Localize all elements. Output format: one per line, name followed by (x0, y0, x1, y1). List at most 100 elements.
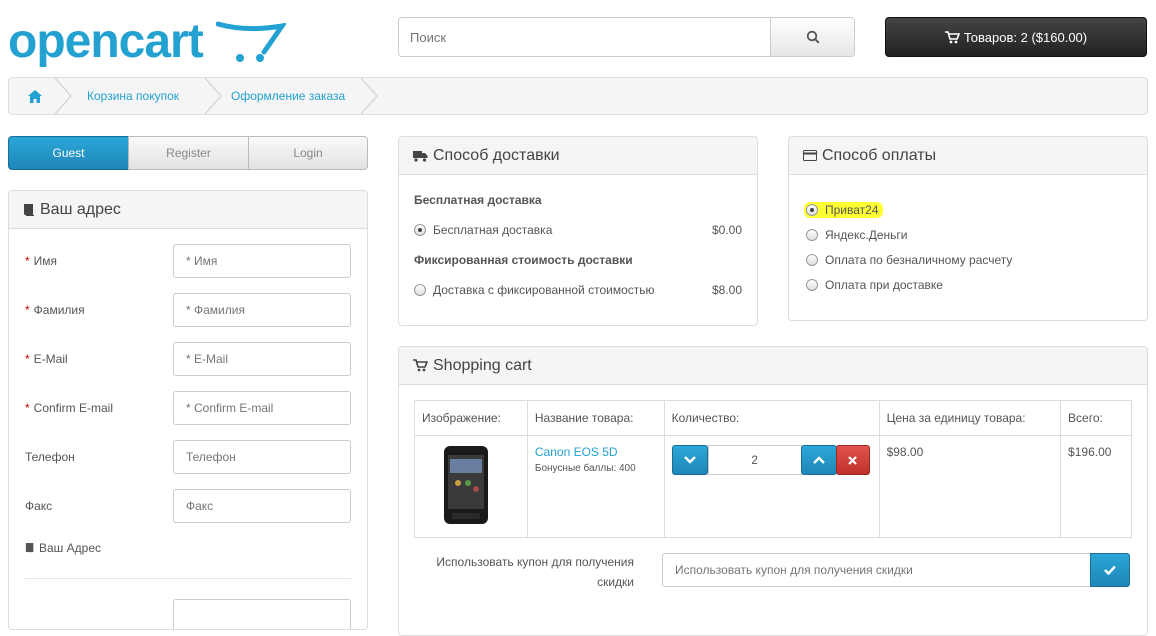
free-shipping-option[interactable]: Бесплатная доставка $0.00 (414, 222, 742, 238)
radio-button[interactable] (806, 204, 818, 216)
shopping-cart-icon (944, 30, 960, 43)
breadcrumb: Корзина покупок Оформление заказа (8, 77, 1148, 115)
breadcrumb-separator (361, 78, 378, 114)
home-icon (28, 90, 42, 103)
radio-button[interactable] (414, 224, 426, 236)
payment-panel-header: Способ оплаты (789, 137, 1147, 175)
quantity-input[interactable] (707, 445, 802, 475)
fixed-shipping-price: $8.00 (711, 283, 742, 297)
payment-option-label: Приват24 (825, 203, 879, 217)
search-button[interactable] (770, 18, 854, 56)
remove-item-button[interactable] (835, 445, 870, 475)
radio-button[interactable] (806, 254, 818, 266)
column-header: Название товара: (526, 400, 665, 436)
payment-option-privat24[interactable]: Приват24 (804, 202, 1132, 218)
product-image[interactable] (442, 445, 492, 525)
radio-button[interactable] (806, 229, 818, 241)
breadcrumb-item-cart[interactable]: Корзина покупок (87, 78, 179, 114)
address-panel-header: Ваш адрес (9, 191, 367, 229)
cart-table: Изображение: Название товара: Количество… (414, 400, 1132, 538)
shipping-panel-header: Способ доставки (399, 137, 757, 175)
truck-icon (413, 150, 428, 162)
shipping-panel: Способ доставки Бесплатная доставка Бесп… (398, 136, 758, 326)
book-icon (25, 543, 34, 553)
tab-guest[interactable]: Guest (8, 136, 129, 170)
first-name-field[interactable] (173, 244, 351, 278)
unit-price-cell: $98.00 (878, 435, 1062, 538)
free-shipping-price: $0.00 (711, 223, 742, 237)
opencart-logo[interactable]: opencart (8, 14, 286, 70)
breadcrumb-home[interactable] (28, 78, 42, 114)
total-price-cell: $196.00 (1060, 435, 1132, 538)
column-header: Количество: (663, 400, 880, 436)
shopping-cart-icon (413, 359, 428, 372)
breadcrumb-separator (55, 78, 72, 114)
shopping-cart-panel: Shopping cart Изображение: Название това… (398, 346, 1148, 636)
close-icon (848, 455, 857, 465)
fixed-shipping-title: Фиксированная стоимость доставки (414, 253, 633, 267)
check-icon (1104, 565, 1116, 575)
payment-option-yandex[interactable]: Яндекс.Деньги (806, 227, 1132, 243)
quantity-cell (663, 435, 880, 538)
search-icon (806, 30, 820, 44)
search-input[interactable] (399, 18, 771, 56)
payment-option-label: Оплата при доставке (825, 278, 943, 292)
last-name-field[interactable] (173, 293, 351, 327)
column-header: Всего: (1060, 400, 1132, 436)
book-icon (24, 203, 34, 216)
payment-option-label: Яндекс.Деньги (825, 228, 908, 242)
chevron-up-icon (812, 456, 825, 464)
free-shipping-option-label: Бесплатная доставка (433, 223, 553, 237)
highlight-marker: Приват24 (804, 202, 883, 218)
radio-button[interactable] (806, 279, 818, 291)
phone-label: Телефон (25, 450, 75, 464)
divider (25, 578, 351, 579)
column-header: Изображение: (414, 400, 528, 436)
cart-swoosh-icon (216, 21, 286, 62)
payment-panel: Способ оплаты Приват24 Яндекс.Деньги Опл… (788, 136, 1148, 321)
product-name-cell: Canon EOS 5D Бонусные баллы: 400 (526, 435, 665, 538)
logo-text: opencart (8, 15, 204, 68)
shopping-cart-panel-header: Shopping cart (399, 347, 1147, 385)
tab-login[interactable]: Login (248, 136, 368, 170)
product-link[interactable]: Canon EOS 5D (535, 445, 657, 459)
fax-field[interactable] (173, 489, 351, 523)
email-label: * E-Mail (25, 352, 68, 366)
tab-register[interactable]: Register (128, 136, 249, 170)
cart-button[interactable]: Товаров: 2 ($160.00) (885, 17, 1147, 57)
last-name-label: * Фамилия (25, 303, 85, 317)
payment-option-cod[interactable]: Оплата при доставке (806, 277, 1132, 293)
cart-button-label: Товаров: 2 ($160.00) (963, 29, 1088, 45)
increase-quantity-button[interactable] (800, 445, 837, 475)
decrease-quantity-button[interactable] (671, 445, 708, 475)
free-shipping-title: Бесплатная доставка (414, 193, 542, 207)
bonus-points: Бонусные баллы: 400 (534, 463, 636, 474)
product-image-cell (414, 435, 528, 538)
table-row: Canon EOS 5D Бонусные баллы: 400 2 $98.0… (414, 435, 1132, 538)
address-extra-field[interactable] (173, 599, 351, 629)
coupon-label: Использовать купон для получения скидки (436, 555, 634, 589)
shopping-cart-panel-title: Shopping cart (433, 356, 532, 374)
search-bar (398, 17, 855, 57)
address-subtitle: Ваш Адрес (25, 541, 101, 555)
phone-field[interactable] (173, 440, 351, 474)
coupon-input[interactable] (662, 553, 1092, 587)
quantity-stepper (671, 445, 872, 475)
shipping-panel-title: Способ доставки (433, 146, 560, 164)
payment-option-bank-transfer[interactable]: Оплата по безналичному расчету (806, 252, 1132, 268)
fax-label: Факс (25, 499, 53, 513)
payment-panel-title: Способ оплаты (822, 146, 937, 164)
apply-coupon-button[interactable] (1090, 553, 1130, 587)
confirm-email-label: * Confirm E-mail (25, 401, 114, 415)
address-panel-title: Ваш адрес (40, 200, 121, 218)
email-field[interactable] (173, 342, 351, 376)
fixed-shipping-option-label: Доставка с фиксированной стоимостью (433, 283, 655, 297)
payment-option-label: Оплата по безналичному расчету (825, 253, 1013, 267)
first-name-label: * Имя (25, 254, 58, 268)
chevron-down-icon (683, 456, 696, 464)
confirm-email-field[interactable] (173, 391, 351, 425)
radio-button[interactable] (414, 284, 426, 296)
address-panel: Ваш адрес *Имя *Фамилия *E-Mail *Confirm… (8, 190, 368, 630)
breadcrumb-item-checkout[interactable]: Оформление заказа (231, 78, 345, 114)
fixed-shipping-option[interactable]: Доставка с фиксированной стоимостью $8.0… (414, 282, 742, 298)
